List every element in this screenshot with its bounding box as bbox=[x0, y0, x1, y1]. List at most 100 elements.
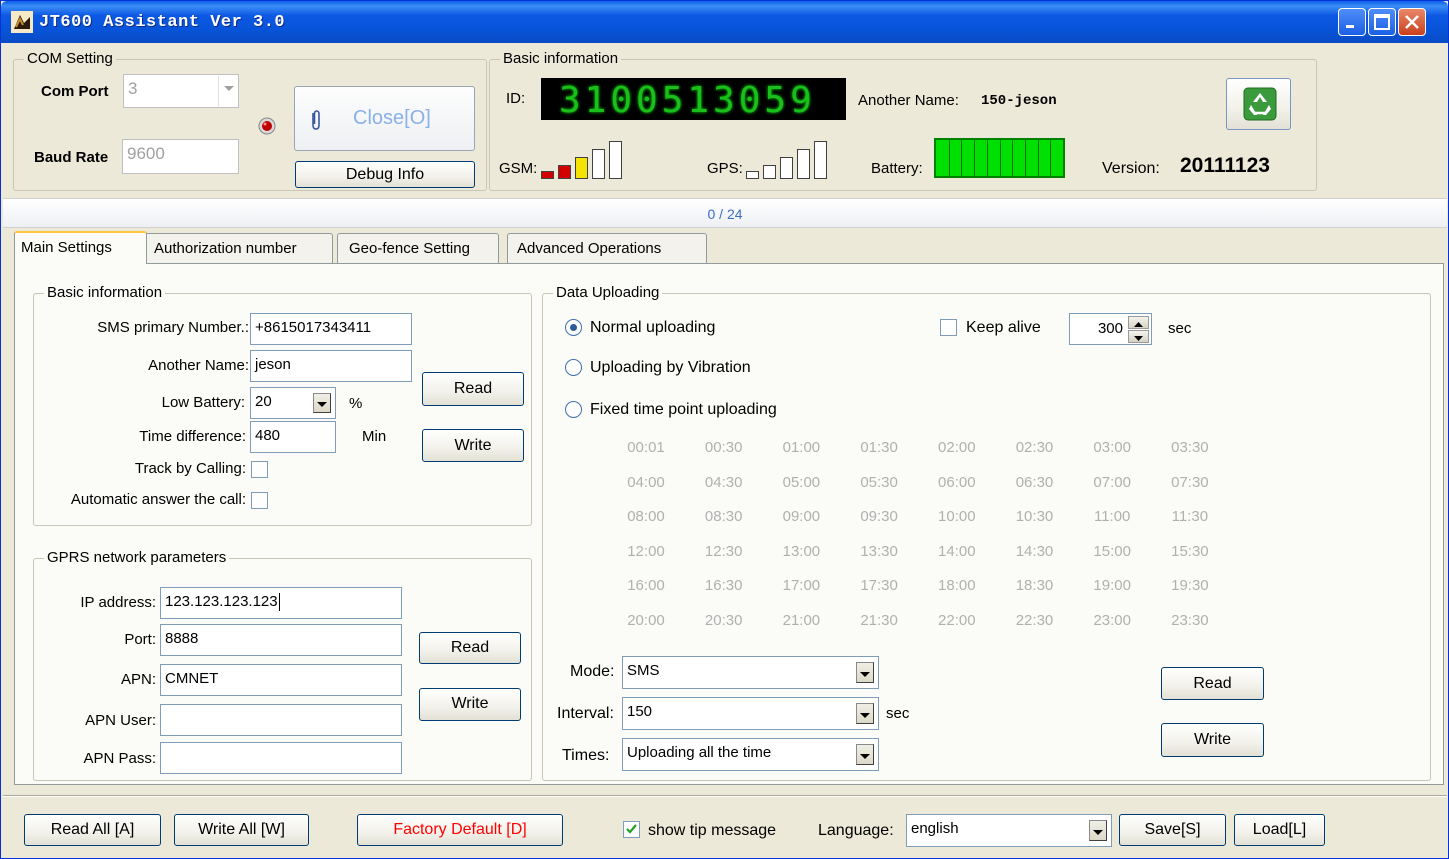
normal-uploading-radio[interactable] bbox=[565, 319, 582, 336]
time-slot[interactable]: 22:30 bbox=[1005, 612, 1065, 629]
time-slot[interactable]: 04:00 bbox=[616, 474, 676, 491]
basic-read-button[interactable]: Read bbox=[422, 372, 524, 406]
baud-rate-field[interactable]: 9600 bbox=[122, 139, 239, 174]
keep-alive-spinner[interactable]: 300 bbox=[1069, 313, 1152, 345]
time-slot[interactable]: 13:00 bbox=[771, 543, 831, 560]
time-slot[interactable]: 10:30 bbox=[1005, 508, 1065, 525]
time-slot[interactable]: 22:00 bbox=[927, 612, 987, 629]
basic-write-button[interactable]: Write bbox=[422, 429, 524, 462]
ip-address-field[interactable]: 123.123.123.123 bbox=[160, 587, 402, 619]
time-slot[interactable]: 21:30 bbox=[849, 612, 909, 629]
mode-select[interactable]: SMS bbox=[622, 656, 879, 689]
low-battery-select[interactable]: 20 bbox=[250, 387, 336, 419]
name-field[interactable]: jeson bbox=[250, 350, 412, 382]
time-slot[interactable]: 04:30 bbox=[694, 474, 754, 491]
show-tip-checkbox[interactable] bbox=[623, 821, 640, 838]
gprs-read-button[interactable]: Read bbox=[419, 632, 521, 664]
time-slot[interactable]: 20:00 bbox=[616, 612, 676, 629]
close-port-button[interactable]: Close[O] bbox=[294, 86, 475, 151]
time-slot[interactable]: 18:30 bbox=[1005, 577, 1065, 594]
time-slot[interactable]: 12:00 bbox=[616, 543, 676, 560]
time-slot[interactable]: 07:00 bbox=[1082, 474, 1142, 491]
time-slot[interactable]: 14:30 bbox=[1005, 543, 1065, 560]
time-slot[interactable]: 21:00 bbox=[771, 612, 831, 629]
time-slot[interactable]: 20:30 bbox=[694, 612, 754, 629]
upload-read-button[interactable]: Read bbox=[1161, 667, 1264, 700]
fixed-time-uploading-radio[interactable] bbox=[565, 401, 582, 418]
time-slot[interactable]: 05:00 bbox=[771, 474, 831, 491]
save-button[interactable]: Save[S] bbox=[1119, 814, 1226, 846]
write-all-button[interactable]: Write All [W] bbox=[174, 814, 309, 846]
time-slot[interactable]: 23:30 bbox=[1160, 612, 1220, 629]
time-slot[interactable]: 16:30 bbox=[694, 577, 754, 594]
times-select[interactable]: Uploading all the time bbox=[622, 738, 879, 771]
time-slot[interactable]: 07:30 bbox=[1160, 474, 1220, 491]
time-slot[interactable]: 00:01 bbox=[616, 439, 676, 456]
time-slot[interactable]: 17:30 bbox=[849, 577, 909, 594]
interval-select[interactable]: 150 bbox=[622, 697, 879, 730]
vibration-uploading-radio[interactable] bbox=[565, 359, 582, 376]
upload-write-button[interactable]: Write bbox=[1161, 723, 1264, 757]
time-slot[interactable]: 01:00 bbox=[771, 439, 831, 456]
load-button[interactable]: Load[L] bbox=[1234, 814, 1325, 846]
time-slot[interactable]: 05:30 bbox=[849, 474, 909, 491]
apn-pass-field[interactable] bbox=[160, 742, 402, 774]
gprs-write-button[interactable]: Write bbox=[419, 688, 521, 721]
time-slot[interactable]: 02:30 bbox=[1005, 439, 1065, 456]
spinner-up-button[interactable] bbox=[1128, 316, 1149, 329]
apn-user-field[interactable] bbox=[160, 704, 402, 736]
low-battery-dropdown-button[interactable] bbox=[313, 393, 331, 413]
mode-dropdown-button[interactable] bbox=[856, 662, 874, 683]
times-dropdown-button[interactable] bbox=[856, 744, 874, 765]
factory-default-button[interactable]: Factory Default [D] bbox=[357, 814, 563, 846]
time-slot[interactable]: 03:30 bbox=[1160, 439, 1220, 456]
auto-answer-checkbox[interactable] bbox=[251, 492, 268, 509]
time-slot[interactable]: 17:00 bbox=[771, 577, 831, 594]
time-slot[interactable]: 10:00 bbox=[927, 508, 987, 525]
minimize-button[interactable] bbox=[1338, 8, 1366, 36]
time-slot[interactable]: 15:30 bbox=[1160, 543, 1220, 560]
time-slot[interactable]: 08:00 bbox=[616, 508, 676, 525]
time-slot[interactable]: 01:30 bbox=[849, 439, 909, 456]
time-slot[interactable]: 09:00 bbox=[771, 508, 831, 525]
tab-authorization-number[interactable]: Authorization number bbox=[145, 233, 333, 263]
time-slot[interactable]: 23:00 bbox=[1082, 612, 1142, 629]
time-slot[interactable]: 02:00 bbox=[927, 439, 987, 456]
time-slot[interactable]: 06:30 bbox=[1005, 474, 1065, 491]
language-dropdown-button[interactable] bbox=[1089, 820, 1107, 841]
time-slot[interactable]: 14:00 bbox=[927, 543, 987, 560]
time-slot[interactable]: 16:00 bbox=[616, 577, 676, 594]
time-slot[interactable]: 11:30 bbox=[1160, 508, 1220, 525]
language-select[interactable]: english bbox=[906, 814, 1112, 847]
time-slot[interactable]: 03:00 bbox=[1082, 439, 1142, 456]
sms-number-field[interactable]: +8615017343411 bbox=[250, 313, 412, 345]
time-slot[interactable]: 11:00 bbox=[1082, 508, 1142, 525]
time-slot[interactable]: 18:00 bbox=[927, 577, 987, 594]
keep-alive-checkbox[interactable] bbox=[940, 319, 957, 336]
close-window-button[interactable] bbox=[1398, 8, 1426, 36]
apn-field[interactable]: CMNET bbox=[160, 664, 402, 696]
time-slot[interactable]: 06:00 bbox=[927, 474, 987, 491]
time-slot[interactable]: 13:30 bbox=[849, 543, 909, 560]
tab-advanced-operations[interactable]: Advanced Operations bbox=[507, 233, 707, 263]
refresh-button[interactable] bbox=[1226, 78, 1291, 130]
debug-info-button[interactable]: Debug Info bbox=[295, 161, 475, 188]
time-slot[interactable]: 08:30 bbox=[694, 508, 754, 525]
com-port-select[interactable]: 3 bbox=[123, 74, 239, 108]
interval-dropdown-button[interactable] bbox=[856, 703, 874, 724]
time-slot[interactable]: 15:00 bbox=[1082, 543, 1142, 560]
port-field[interactable]: 8888 bbox=[160, 624, 402, 656]
time-slot[interactable]: 12:30 bbox=[694, 543, 754, 560]
spinner-down-button[interactable] bbox=[1128, 330, 1149, 343]
tab-geo-fence-setting[interactable]: Geo-fence Setting bbox=[337, 233, 499, 263]
time-slot[interactable]: 09:30 bbox=[849, 508, 909, 525]
time-slot[interactable]: 19:30 bbox=[1160, 577, 1220, 594]
maximize-button[interactable] bbox=[1368, 8, 1396, 36]
title-bar[interactable]: JT600 Assistant Ver 3.0 bbox=[1, 1, 1448, 43]
time-difference-field[interactable]: 480 bbox=[250, 421, 336, 453]
time-slot[interactable]: 00:30 bbox=[694, 439, 754, 456]
com-port-dropdown-button[interactable] bbox=[218, 76, 237, 106]
read-all-button[interactable]: Read All [A] bbox=[24, 814, 161, 846]
tab-main-settings[interactable]: Main Settings bbox=[14, 231, 147, 264]
track-by-calling-checkbox[interactable] bbox=[251, 461, 268, 478]
